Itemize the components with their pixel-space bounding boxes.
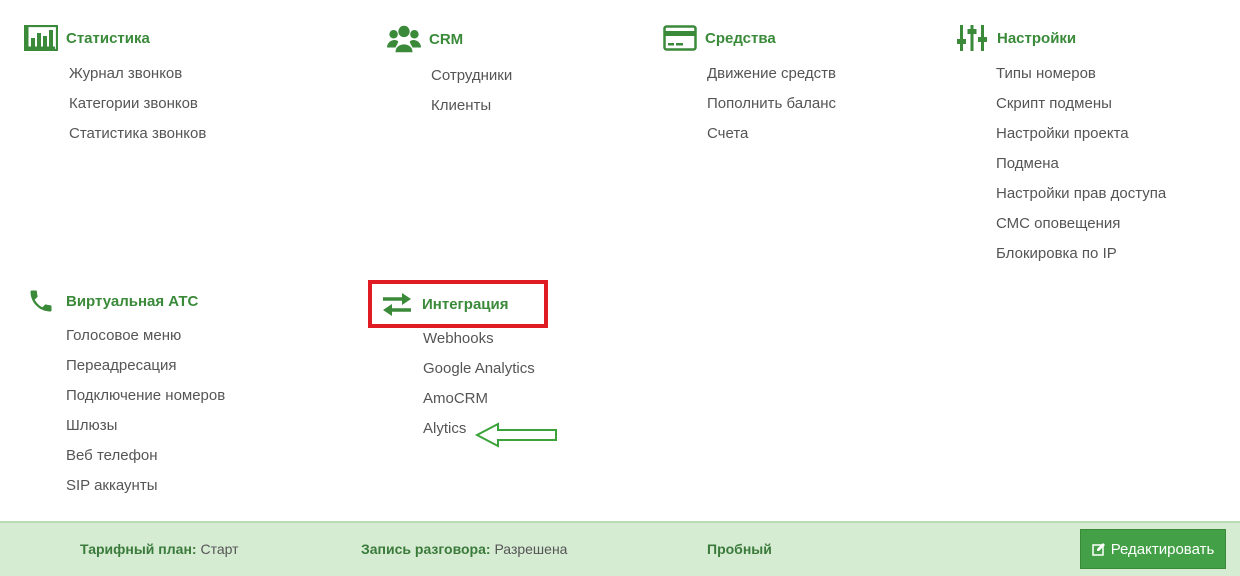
call-recording-label: Запись разговора: xyxy=(361,541,491,557)
section-header: Виртуальная АТС xyxy=(24,286,225,316)
menu-item-funds-movement[interactable]: Движение средств xyxy=(707,65,836,95)
section-title-statistics[interactable]: Статистика xyxy=(66,30,150,47)
tariff-plan: Тарифный план: Старт xyxy=(80,541,239,557)
call-recording: Запись разговора: Разрешена xyxy=(361,541,567,557)
section-funds: Средства Движение средств Пополнить бала… xyxy=(663,23,836,155)
footer-bar: Тарифный план: Старт Запись разговора: Р… xyxy=(0,521,1240,576)
section-header: Интеграция xyxy=(380,289,535,319)
menu-item-voice-menu[interactable]: Голосовое меню xyxy=(66,327,225,357)
exchange-icon xyxy=(380,289,414,319)
menu-item-employees[interactable]: Сотрудники xyxy=(431,67,512,97)
menu-item-access-rights[interactable]: Настройки прав доступа xyxy=(996,185,1166,215)
section-title-funds[interactable]: Средства xyxy=(705,30,776,47)
menu-item-call-log[interactable]: Журнал звонков xyxy=(69,65,206,95)
menu-item-project-settings[interactable]: Настройки проекта xyxy=(996,125,1166,155)
menu-item-call-statistics[interactable]: Статистика звонков xyxy=(69,125,206,155)
call-recording-value: Разрешена xyxy=(494,541,568,557)
menu-item-top-up-balance[interactable]: Пополнить баланс xyxy=(707,95,836,125)
edit-button-label: Редактировать xyxy=(1110,540,1215,558)
section-crm: CRM Сотрудники Клиенты xyxy=(387,24,512,127)
section-statistics: Статистика Журнал звонков Категории звон… xyxy=(24,23,206,155)
section-title-crm[interactable]: CRM xyxy=(429,31,463,48)
menu-item-sip-accounts[interactable]: SIP аккаунты xyxy=(66,477,225,507)
menu-item-google-analytics[interactable]: Google Analytics xyxy=(423,360,535,390)
tariff-plan-value: Старт xyxy=(200,541,239,557)
menu-item-amocrm[interactable]: AmoCRM xyxy=(423,390,535,420)
menu-item-number-types[interactable]: Типы номеров xyxy=(996,65,1166,95)
section-header: Средства xyxy=(663,23,836,53)
menu-item-invoices[interactable]: Счета xyxy=(707,125,836,155)
menu-item-clients[interactable]: Клиенты xyxy=(431,97,512,127)
tariff-plan-label: Тарифный план: xyxy=(80,541,197,557)
menu-item-call-categories[interactable]: Категории звонков xyxy=(69,95,206,125)
section-header: Настройки xyxy=(955,23,1166,53)
section-settings: Настройки Типы номеров Скрипт подмены На… xyxy=(955,23,1166,275)
section-title-settings[interactable]: Настройки xyxy=(997,30,1076,47)
section-title-virtual-pbx[interactable]: Виртуальная АТС xyxy=(66,293,198,310)
menu-item-substitution[interactable]: Подмена xyxy=(996,155,1166,185)
menu-item-ip-blocking[interactable]: Блокировка по IP xyxy=(996,245,1166,275)
sliders-icon xyxy=(955,23,989,53)
section-header: CRM xyxy=(387,24,512,54)
menu-item-sms-notifications[interactable]: СМС оповещения xyxy=(996,215,1166,245)
bar-chart-icon xyxy=(24,23,58,53)
pointer-arrow-icon xyxy=(474,421,560,454)
edit-icon xyxy=(1091,542,1106,556)
section-header: Статистика xyxy=(24,23,206,53)
menu-item-web-phone[interactable]: Веб телефон xyxy=(66,447,225,477)
menu-item-webhooks[interactable]: Webhooks xyxy=(423,330,535,360)
menu-item-gateways[interactable]: Шлюзы xyxy=(66,417,225,447)
edit-button[interactable]: Редактировать xyxy=(1080,529,1226,569)
trial-status: Пробный xyxy=(707,541,772,557)
menu-item-number-connection[interactable]: Подключение номеров xyxy=(66,387,225,417)
section-virtual-pbx: Виртуальная АТС Голосовое меню Переадрес… xyxy=(24,286,225,507)
users-icon xyxy=(387,24,421,54)
menu-item-substitution-script[interactable]: Скрипт подмены xyxy=(996,95,1166,125)
credit-card-icon xyxy=(663,23,697,53)
section-title-integration[interactable]: Интеграция xyxy=(422,296,508,313)
menu-item-call-forwarding[interactable]: Переадресация xyxy=(66,357,225,387)
phone-icon xyxy=(24,286,58,316)
